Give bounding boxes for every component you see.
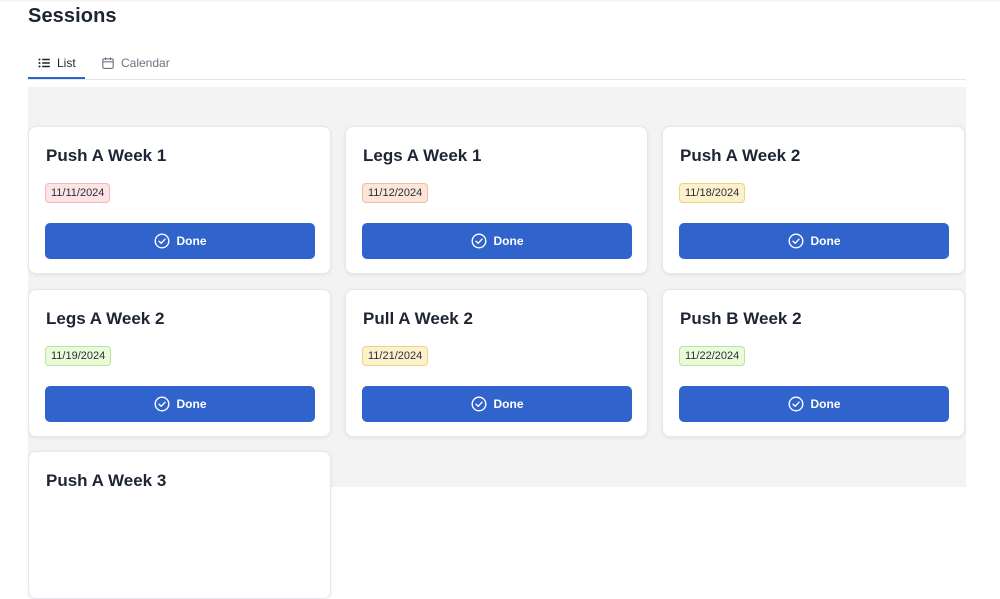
calendar-icon bbox=[102, 56, 114, 69]
tab-list-label: List bbox=[57, 55, 76, 70]
done-button[interactable]: Done bbox=[362, 386, 632, 422]
session-card: Legs A Week 2 11/19/2024 Done bbox=[28, 289, 331, 437]
view-tabs: List Calendar bbox=[28, 46, 966, 80]
check-circle-icon bbox=[787, 233, 804, 249]
session-date-badge: 11/22/2024 bbox=[679, 346, 746, 366]
check-circle-icon bbox=[470, 396, 487, 412]
active-tab-indicator bbox=[28, 77, 85, 79]
done-button-label: Done bbox=[176, 397, 207, 411]
done-button[interactable]: Done bbox=[45, 223, 315, 259]
session-date-badge: 11/21/2024 bbox=[362, 346, 429, 366]
page-title: Sessions bbox=[28, 5, 117, 27]
tab-calendar-label: Calendar bbox=[121, 55, 170, 70]
check-circle-icon bbox=[787, 396, 804, 412]
check-circle-icon bbox=[153, 396, 170, 412]
session-title: Legs A Week 1 bbox=[363, 146, 482, 165]
session-title: Push A Week 1 bbox=[46, 146, 167, 165]
tab-list[interactable]: List bbox=[28, 46, 85, 79]
session-card: Legs A Week 1 11/12/2024 Done bbox=[345, 126, 648, 274]
sessions-grid: Push A Week 1 11/11/2024 Done Legs A Wee… bbox=[28, 87, 966, 599]
top-shadow bbox=[0, 0, 1000, 3]
tab-calendar[interactable]: Calendar bbox=[102, 46, 176, 79]
list-icon bbox=[38, 57, 50, 69]
session-title: Push A Week 2 bbox=[680, 146, 801, 165]
session-title: Legs A Week 2 bbox=[46, 309, 165, 328]
session-card: Push A Week 3 bbox=[28, 451, 331, 599]
done-button-label: Done bbox=[493, 397, 524, 411]
session-date-badge: 11/11/2024 bbox=[45, 183, 111, 203]
done-button-label: Done bbox=[493, 234, 524, 248]
done-button-label: Done bbox=[810, 397, 841, 411]
session-card: Push B Week 2 11/22/2024 Done bbox=[662, 289, 965, 437]
check-circle-icon bbox=[153, 233, 170, 249]
session-title: Push B Week 2 bbox=[680, 309, 802, 328]
done-button-label: Done bbox=[810, 234, 841, 248]
session-title: Push A Week 3 bbox=[46, 471, 167, 490]
done-button[interactable]: Done bbox=[45, 386, 315, 422]
done-button[interactable]: Done bbox=[679, 223, 949, 259]
session-date-badge: 11/12/2024 bbox=[362, 183, 429, 203]
check-circle-icon bbox=[470, 233, 487, 249]
done-button-label: Done bbox=[176, 234, 207, 248]
session-card: Push A Week 1 11/11/2024 Done bbox=[28, 126, 331, 274]
session-title: Pull A Week 2 bbox=[363, 309, 473, 328]
session-date-badge: 11/19/2024 bbox=[45, 346, 112, 366]
session-card: Pull A Week 2 11/21/2024 Done bbox=[345, 289, 648, 437]
done-button[interactable]: Done bbox=[679, 386, 949, 422]
done-button[interactable]: Done bbox=[362, 223, 632, 259]
session-card: Push A Week 2 11/18/2024 Done bbox=[662, 126, 965, 274]
session-date-badge: 11/18/2024 bbox=[679, 183, 746, 203]
